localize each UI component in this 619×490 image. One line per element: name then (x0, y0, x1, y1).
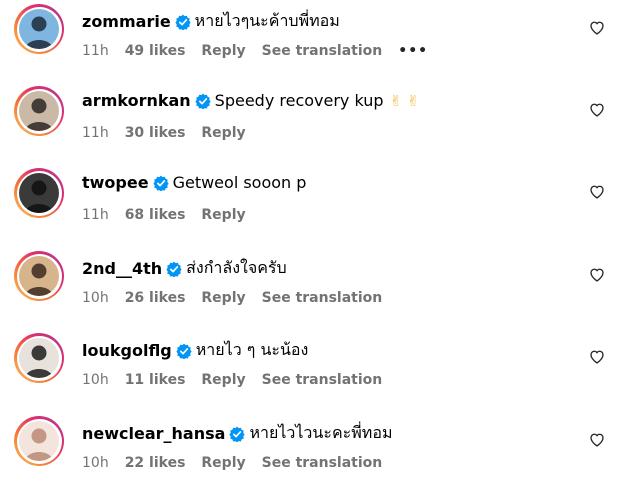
avatar-image (19, 338, 59, 378)
reply-button[interactable]: Reply (201, 455, 245, 471)
avatar-story-ring[interactable] (14, 251, 64, 301)
comment-header: zommarie หายไวๆนะค้าบพี่ทอม (82, 9, 340, 34)
verified-badge-icon (166, 261, 182, 277)
comment-header: armkornkan Speedy recovery kup ✌ ✌ (82, 91, 419, 110)
avatar-image (19, 91, 59, 131)
comment-header: 2nd__4th ส่งกำลังใจครับ (82, 256, 287, 281)
comment-row: loukgolflg หายไว ๆ นะน้อง 10h 11 likes R… (0, 329, 619, 409)
heart-outline-icon[interactable] (589, 432, 605, 448)
heart-outline-icon[interactable] (589, 184, 605, 200)
comment-timestamp[interactable]: 11h (82, 125, 109, 141)
comment-row: armkornkan Speedy recovery kup ✌ ✌ 11h 3… (0, 82, 619, 162)
comment-row: zommarie หายไวๆนะค้าบพี่ทอม 11h 49 likes… (0, 0, 619, 80)
comment-meta: 10h 26 likes Reply See translation (82, 290, 398, 306)
avatar[interactable] (19, 256, 59, 296)
avatar-image (19, 421, 59, 461)
comment-likes-count[interactable]: 68 likes (125, 207, 186, 223)
comment-username[interactable]: loukgolflg (82, 341, 172, 360)
comment-timestamp[interactable]: 11h (82, 43, 109, 59)
verified-badge-icon (176, 343, 192, 359)
comment-meta: 10h 11 likes Reply See translation (82, 372, 398, 388)
heart-outline-icon[interactable] (589, 20, 605, 36)
see-translation-button[interactable]: See translation (262, 372, 383, 388)
avatar-story-ring[interactable] (14, 333, 64, 383)
comment-timestamp[interactable]: 10h (82, 290, 109, 306)
avatar-story-ring[interactable] (14, 86, 64, 136)
comment-text: หายไวๆนะค้าบพี่ทอม (194, 11, 340, 30)
see-translation-button[interactable]: See translation (262, 43, 383, 59)
comment-meta: 10h 22 likes Reply See translation (82, 455, 398, 471)
comment-list: zommarie หายไวๆนะค้าบพี่ทอม 11h 49 likes… (0, 0, 619, 490)
avatar[interactable] (19, 9, 59, 49)
avatar[interactable] (19, 421, 59, 461)
avatar-story-ring[interactable] (14, 416, 64, 466)
avatar[interactable] (19, 338, 59, 378)
avatar-image (19, 9, 59, 49)
reply-button[interactable]: Reply (201, 372, 245, 388)
verified-badge-icon (175, 14, 191, 30)
comment-username[interactable]: armkornkan (82, 91, 191, 110)
verified-badge-icon (229, 426, 246, 442)
verified-badge-icon (195, 93, 211, 109)
comment-row: newclear_hansa หายไวไวนะคะพี่ทอม 10h 22 … (0, 412, 619, 490)
comment-text: หายไวไวนะคะพี่ทอม (249, 423, 393, 442)
comment-username[interactable]: zommarie (82, 12, 171, 31)
comment-likes-count[interactable]: 30 likes (125, 125, 186, 141)
comment-username[interactable]: newclear_hansa (82, 424, 225, 443)
see-translation-button[interactable]: See translation (262, 290, 383, 306)
heart-outline-icon[interactable] (589, 349, 605, 365)
comment-text: ส่งกำลังใจครับ (186, 258, 287, 277)
more-options-icon[interactable]: ••• (398, 43, 428, 59)
verified-badge-icon (152, 175, 169, 191)
avatar-image (19, 173, 59, 213)
heart-outline-icon[interactable] (589, 267, 605, 283)
comment-meta: 11h 30 likes Reply (82, 125, 262, 141)
avatar[interactable] (19, 91, 59, 131)
reply-button[interactable]: Reply (201, 290, 245, 306)
comment-likes-count[interactable]: 49 likes (125, 43, 186, 59)
comment-likes-count[interactable]: 26 likes (125, 290, 186, 306)
avatar[interactable] (19, 173, 59, 213)
avatar-story-ring[interactable] (14, 4, 64, 54)
comment-meta: 11h 68 likes Reply (82, 207, 262, 223)
comment-username[interactable]: 2nd__4th (82, 259, 162, 278)
reply-button[interactable]: Reply (201, 207, 245, 223)
see-translation-button[interactable]: See translation (262, 455, 383, 471)
victory-hand-emoji: ✌ ✌ (389, 91, 420, 110)
avatar-story-ring[interactable] (14, 168, 64, 218)
comment-row: 2nd__4th ส่งกำลังใจครับ 10h 26 likes Rep… (0, 247, 619, 327)
comment-text: Speedy recovery kup (214, 91, 384, 110)
reply-button[interactable]: Reply (201, 125, 245, 141)
comment-meta: 11h 49 likes Reply See translation ••• (82, 43, 444, 59)
comment-header: loukgolflg หายไว ๆ นะน้อง (82, 338, 308, 363)
comment-header: twopee Getweol sooon p (82, 173, 306, 192)
comment-text: Getweol sooon p (172, 173, 307, 192)
comment-likes-count[interactable]: 11 likes (125, 372, 186, 388)
comment-header: newclear_hansa หายไวไวนะคะพี่ทอม (82, 421, 392, 446)
avatar-image (19, 256, 59, 296)
comment-likes-count[interactable]: 22 likes (125, 455, 186, 471)
comment-timestamp[interactable]: 10h (82, 455, 109, 471)
reply-button[interactable]: Reply (201, 43, 245, 59)
comment-timestamp[interactable]: 11h (82, 207, 109, 223)
comment-timestamp[interactable]: 10h (82, 372, 109, 388)
heart-outline-icon[interactable] (589, 102, 605, 118)
comment-text: หายไว ๆ นะน้อง (195, 340, 309, 359)
comment-username[interactable]: twopee (82, 173, 149, 192)
comment-row: twopee Getweol sooon p 11h 68 likes Repl… (0, 164, 619, 244)
